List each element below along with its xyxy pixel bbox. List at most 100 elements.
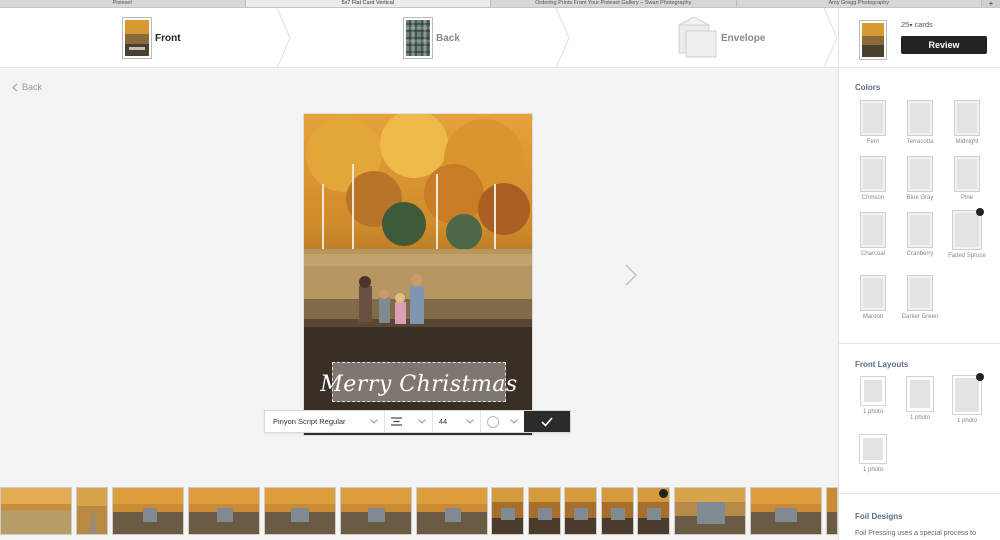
browser-tab-active[interactable]: 5x7 Flat Card Vertical xyxy=(245,0,491,7)
step-envelope[interactable]: Envelope xyxy=(678,8,765,68)
color-option-label: Crimson xyxy=(861,195,885,201)
font-select[interactable]: Pinyon Script Regular xyxy=(265,411,386,432)
options-sidebar[interactable]: Colors Fern Terracotta Midnight Crimson … xyxy=(838,68,1000,540)
color-swatch xyxy=(907,156,933,192)
new-tab-button[interactable]: + xyxy=(982,0,1000,8)
color-swatch-icon xyxy=(486,415,499,428)
step-separator-icon xyxy=(276,8,291,68)
card-front-canvas[interactable]: Merry Christmas xyxy=(303,113,533,436)
chevron-right-icon[interactable] xyxy=(624,264,638,286)
color-swatch xyxy=(954,156,980,192)
step-front[interactable]: Front xyxy=(122,8,181,68)
color-option-label: Faded Spruce xyxy=(948,253,986,259)
envelope-icon xyxy=(678,17,717,58)
strip-photo[interactable] xyxy=(601,487,634,535)
strip-photo[interactable] xyxy=(340,487,412,535)
layout-option[interactable]: 1 photo xyxy=(900,376,940,421)
color-option-label: Fern xyxy=(866,139,880,145)
color-swatch xyxy=(860,156,886,192)
color-option-darker-green[interactable]: Darker Green xyxy=(900,275,940,321)
font-size-select[interactable]: 44 xyxy=(433,411,481,432)
color-option-label: Terracotta xyxy=(906,139,934,145)
card-preview-thumbnail xyxy=(859,20,887,60)
color-option-maroon[interactable]: Maroon xyxy=(853,275,893,321)
strip-photo[interactable] xyxy=(528,487,561,535)
color-option-faded-spruce[interactable]: Faded Spruce xyxy=(947,210,987,260)
step-navigation: Front Back Envelope xyxy=(0,8,838,68)
color-option-crimson[interactable]: Crimson xyxy=(853,156,893,202)
chevron-left-icon xyxy=(12,83,18,91)
browser-tab-bar: Pixieset 5x7 Flat Card Vertical Ordering… xyxy=(0,0,1000,8)
cards-count-suffix: cards xyxy=(914,20,933,29)
color-option-charcoal[interactable]: Charcoal xyxy=(853,212,893,258)
layout-option-label: 1 photo xyxy=(909,415,931,421)
color-option-fern[interactable]: Fern xyxy=(853,100,893,146)
strip-photo[interactable] xyxy=(112,487,184,535)
browser-tab[interactable]: Amy Gregg Photography xyxy=(737,0,982,7)
strip-photo[interactable] xyxy=(76,487,108,535)
chevron-down-icon xyxy=(418,419,426,424)
color-swatch xyxy=(907,212,933,248)
back-link[interactable]: Back xyxy=(12,82,42,92)
layout-option-selected[interactable]: 1 photo xyxy=(947,375,987,424)
color-option-label: Cranberry xyxy=(906,251,934,257)
strip-photo[interactable] xyxy=(826,487,838,535)
layout-option[interactable]: 1 photo xyxy=(853,434,893,473)
selected-check-icon xyxy=(976,373,984,381)
strip-photo[interactable] xyxy=(674,487,746,535)
confirm-text-button[interactable] xyxy=(524,411,570,432)
layout-option-label: 1 photo xyxy=(862,467,884,473)
foil-designs-description: Foil Pressing uses a special process to xyxy=(855,530,976,537)
color-swatch xyxy=(860,275,886,311)
color-option-label: Pine xyxy=(960,195,973,201)
browser-tab[interactable]: Ordering Prints From Your Pixieset Galle… xyxy=(491,0,737,7)
colors-section-title: Colors xyxy=(855,83,881,92)
strip-photo[interactable] xyxy=(264,487,336,535)
strip-photo[interactable] xyxy=(750,487,822,535)
chevron-down-icon xyxy=(510,419,519,424)
strip-photo[interactable] xyxy=(0,487,72,535)
foil-designs-section-title: Foil Designs xyxy=(855,512,903,521)
layout-option[interactable]: 1 photo xyxy=(853,376,893,415)
color-swatch xyxy=(860,100,886,136)
strip-photo[interactable] xyxy=(491,487,524,535)
text-align-select[interactable] xyxy=(385,411,433,432)
photo-strip[interactable] xyxy=(0,487,838,537)
color-option-terracotta[interactable]: Terracotta xyxy=(900,100,940,146)
align-center-icon xyxy=(391,417,403,426)
strip-photo[interactable] xyxy=(416,487,488,535)
selected-check-icon xyxy=(976,208,984,216)
step-separator-icon xyxy=(823,8,838,68)
chevron-down-icon: ▾ xyxy=(909,23,913,29)
strip-photo-selected[interactable] xyxy=(637,487,670,535)
color-option-midnight[interactable]: Midnight xyxy=(947,100,987,146)
browser-tab[interactable]: Pixieset xyxy=(0,0,246,7)
front-thumbnail xyxy=(122,17,152,59)
selected-check-icon xyxy=(659,489,668,498)
step-front-label: Front xyxy=(155,32,181,44)
section-divider xyxy=(839,493,1000,494)
checkmark-icon xyxy=(541,416,553,427)
back-thumbnail xyxy=(403,17,433,59)
layout-option-label: 1 photo xyxy=(862,409,884,415)
step-back[interactable]: Back xyxy=(403,8,460,68)
strip-photo[interactable] xyxy=(564,487,597,535)
color-option-blue-gray[interactable]: Blue Gray xyxy=(900,156,940,202)
text-style-toolbar: Pinyon Script Regular 44 xyxy=(264,410,571,433)
color-option-cranberry[interactable]: Cranberry xyxy=(900,212,940,258)
step-back-label: Back xyxy=(436,32,460,44)
color-option-label: Darker Green xyxy=(901,314,939,320)
chevron-down-icon xyxy=(370,419,379,424)
chevron-down-icon xyxy=(465,419,474,424)
text-color-select[interactable] xyxy=(481,411,525,432)
step-envelope-label: Envelope xyxy=(721,32,766,44)
color-swatch xyxy=(907,100,933,136)
color-option-pine[interactable]: Pine xyxy=(947,156,987,202)
color-option-label: Maroon xyxy=(862,314,884,320)
strip-photo[interactable] xyxy=(188,487,260,535)
back-link-label: Back xyxy=(22,82,43,92)
review-button[interactable]: Review xyxy=(901,36,987,54)
color-swatch xyxy=(907,275,933,311)
cards-count[interactable]: 25▾ cards xyxy=(901,20,933,29)
greeting-text[interactable]: Merry Christmas xyxy=(304,372,532,397)
